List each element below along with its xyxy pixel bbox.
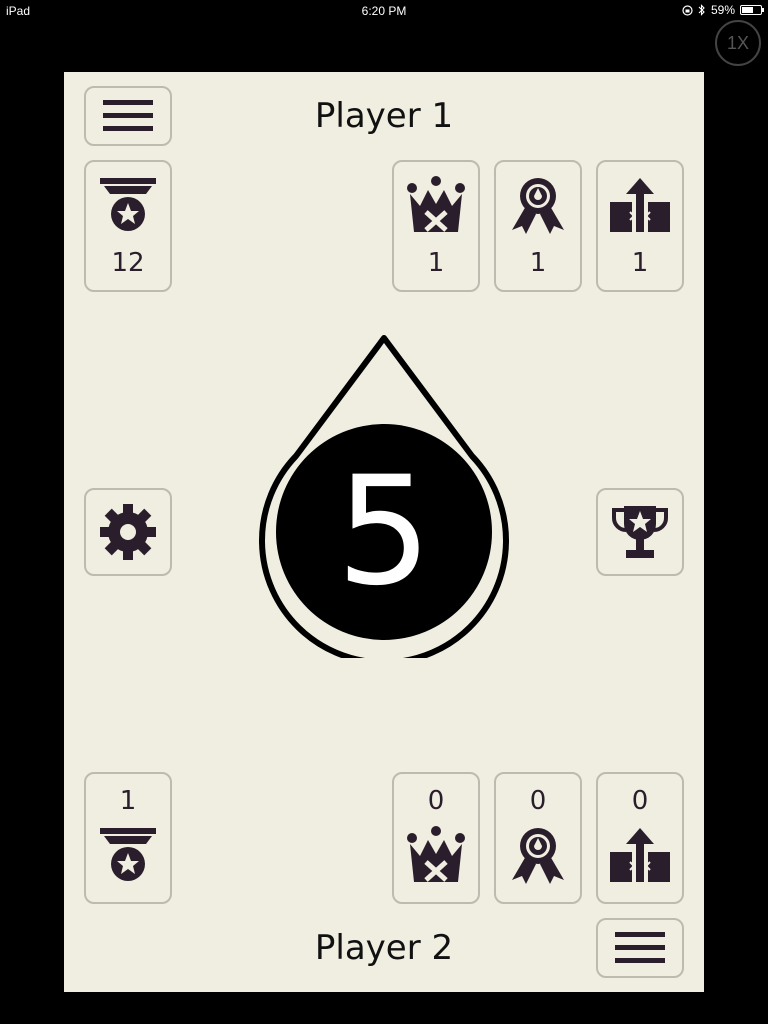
- player2-name: Player 2: [314, 928, 454, 968]
- player2-arrow-count: 0: [631, 786, 649, 816]
- player1-ribbon-count: 1: [529, 248, 547, 278]
- player1-name: Player 1: [314, 96, 454, 136]
- zoom-badge[interactable]: 1X: [715, 20, 761, 66]
- player2-ribbon-button[interactable]: 0: [494, 772, 582, 904]
- status-bar: iPad 6:20 PM 59%: [0, 0, 768, 22]
- battery-icon: [740, 5, 764, 15]
- player2-crown-button[interactable]: 0: [392, 772, 480, 904]
- bluetooth-icon: [698, 4, 706, 16]
- status-time: 6:20 PM: [361, 4, 407, 18]
- player1-crown-button[interactable]: 1: [392, 160, 480, 292]
- battery-percent: 59%: [710, 3, 735, 17]
- life-counter-value: 5: [336, 445, 432, 619]
- player1-arrow-button[interactable]: 1: [596, 160, 684, 292]
- ribbon-drop-icon: [508, 826, 568, 884]
- player2-arrow-button[interactable]: 0: [596, 772, 684, 904]
- trophy-button[interactable]: [596, 488, 684, 576]
- menu-icon: [103, 100, 153, 132]
- crown-x-icon: [406, 176, 466, 234]
- arrow-up-icon: [608, 176, 672, 234]
- ribbon-drop-icon: [508, 176, 568, 234]
- game-board: Player 1 12 1 1 1 5 1 0 0 0 Player 2: [64, 72, 704, 992]
- status-right: 59%: [682, 3, 764, 17]
- settings-button[interactable]: [84, 488, 172, 576]
- player2-crown-count: 0: [427, 786, 445, 816]
- menu-icon: [615, 932, 665, 964]
- player1-arrow-count: 1: [631, 248, 649, 278]
- player1-crown-count: 1: [427, 248, 445, 278]
- medal-star-icon: [98, 176, 158, 234]
- player2-menu-button[interactable]: [596, 918, 684, 978]
- player1-medal-count: 12: [111, 248, 145, 278]
- player1-ribbon-button[interactable]: 1: [494, 160, 582, 292]
- medal-star-icon: [98, 826, 158, 884]
- player2-medal-button[interactable]: 1: [84, 772, 172, 904]
- player1-menu-button[interactable]: [84, 86, 172, 146]
- player1-medal-button[interactable]: 12: [84, 160, 172, 292]
- trophy-star-icon: [610, 502, 670, 562]
- player2-medal-count: 1: [119, 786, 137, 816]
- arrow-up-icon: [608, 826, 672, 884]
- life-counter-drop[interactable]: 5: [258, 334, 510, 658]
- gear-icon: [99, 503, 157, 561]
- crown-x-icon: [406, 826, 466, 884]
- player2-ribbon-count: 0: [529, 786, 547, 816]
- rotation-lock-icon: [682, 4, 693, 16]
